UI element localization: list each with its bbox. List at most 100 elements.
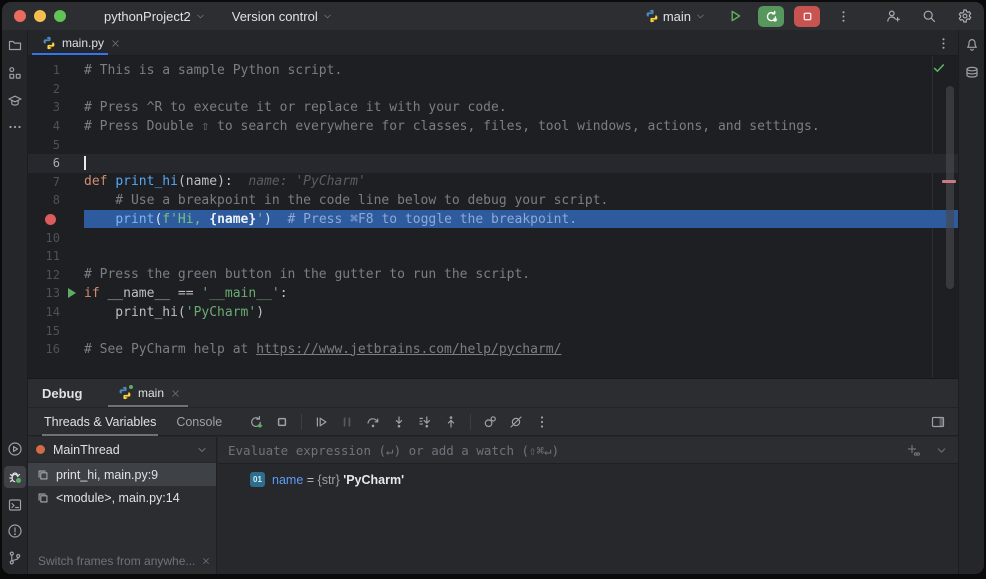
gutter-line-16[interactable]: 16 (28, 340, 84, 359)
close-icon[interactable] (201, 556, 211, 566)
rail-terminal-button[interactable] (4, 494, 26, 516)
debug-session-tab[interactable]: main (106, 379, 193, 407)
code-line-10[interactable]: 10 (28, 228, 958, 247)
step-out-button[interactable] (439, 411, 463, 433)
step-into-button[interactable] (387, 411, 411, 433)
rerun-debug-button[interactable] (244, 411, 268, 433)
step-over-button[interactable] (361, 411, 385, 433)
tab-threads-variables[interactable]: Threads & Variables (34, 408, 166, 435)
code-line-4[interactable]: 4# Press Double ⇧ to search everywhere f… (28, 117, 958, 136)
stop-button[interactable] (794, 6, 820, 27)
rail-database-button[interactable] (961, 62, 983, 84)
gutter-line-10[interactable]: 10 (28, 228, 84, 247)
code-editor[interactable]: 1# This is a sample Python script.23# Pr… (28, 56, 958, 378)
gutter-line-15[interactable]: 15 (28, 321, 84, 340)
code-line-7[interactable]: 7def print_hi(name): name: 'PyCharm' (28, 173, 958, 192)
kebab-menu-icon (836, 9, 851, 24)
rail-learn-button[interactable] (4, 90, 26, 112)
gutter-line-8[interactable]: 8 (28, 191, 84, 210)
rail-run-circle-button[interactable] (4, 438, 26, 460)
debug-icon (7, 469, 23, 485)
pycharm-window: pythonProject2 Version control main (2, 2, 984, 574)
pause-button[interactable] (335, 411, 359, 433)
traffic-lights (14, 10, 66, 22)
view-breakpoints-button[interactable] (478, 411, 502, 433)
rail-problems-button[interactable] (4, 520, 26, 542)
code-line-1[interactable]: 1# This is a sample Python script. (28, 61, 958, 80)
code-line-2[interactable]: 2 (28, 80, 958, 99)
code-line-8[interactable]: 8 # Use a breakpoint in the code line be… (28, 191, 958, 210)
gutter-line-2[interactable]: 2 (28, 80, 84, 99)
python-icon (645, 9, 659, 23)
close-window-button[interactable] (14, 10, 26, 22)
run-button[interactable] (722, 6, 748, 27)
resume-button[interactable] (309, 411, 333, 433)
thread-selector[interactable]: MainThread (28, 437, 216, 463)
tab-console[interactable]: Console (166, 408, 232, 435)
chevron-down-icon[interactable] (935, 444, 948, 457)
mute-breakpoints-button[interactable] (504, 411, 528, 433)
code-line-14[interactable]: 14 print_hi('PyCharm') (28, 303, 958, 322)
layout-settings-button[interactable] (926, 411, 950, 433)
line-number: 16 (30, 342, 60, 356)
project-menu[interactable]: pythonProject2 (98, 9, 212, 24)
more-actions-button[interactable] (830, 6, 856, 27)
code-line-11[interactable]: 11 (28, 247, 958, 266)
gutter-line-7[interactable]: 7 (28, 173, 84, 192)
code-line-6[interactable]: 6 (28, 154, 958, 173)
rail-folder-button[interactable] (4, 34, 26, 56)
gutter-line-11[interactable]: 11 (28, 247, 84, 266)
minimize-window-button[interactable] (34, 10, 46, 22)
code-line-16[interactable]: 16# See PyCharm help at https://www.jetb… (28, 340, 958, 359)
step-into-my-code-button[interactable] (413, 411, 437, 433)
rerun-debug-button[interactable] (758, 6, 784, 27)
more-v-button[interactable] (530, 411, 554, 433)
rail-structure-button[interactable] (4, 62, 26, 84)
code-line-15[interactable]: 15 (28, 321, 958, 340)
run-gutter-icon[interactable] (68, 288, 76, 298)
inspections-ok-check-icon[interactable] (932, 61, 946, 75)
settings-button[interactable] (952, 6, 978, 27)
line-number: 11 (30, 249, 60, 263)
close-icon[interactable] (170, 388, 181, 399)
breakpoint-dot[interactable] (45, 214, 56, 225)
gutter-line-4[interactable]: 4 (28, 117, 84, 136)
evaluate-expression-input[interactable]: Evaluate expression (↵) or add a watch (… (218, 437, 958, 464)
code-with-me-button[interactable] (880, 6, 906, 27)
frame-label: print_hi, main.py:9 (56, 468, 158, 482)
code-line-12[interactable]: 12# Press the green button in the gutter… (28, 266, 958, 285)
add-watch-icon[interactable] (905, 442, 921, 458)
rail-vcs-branch-button[interactable] (4, 547, 26, 569)
gutter-line-6[interactable]: 6 (28, 154, 84, 173)
zoom-window-button[interactable] (54, 10, 66, 22)
terminal-icon (7, 497, 23, 513)
rail-debug-button[interactable] (4, 466, 26, 488)
run-configuration-select[interactable]: main (639, 9, 712, 24)
editor-scrollbar[interactable] (946, 86, 954, 289)
close-icon[interactable] (110, 38, 121, 49)
search-everywhere-button[interactable] (916, 6, 942, 27)
code-line-5[interactable]: 5 (28, 135, 958, 154)
stack-frame-row[interactable]: print_hi, main.py:9 (28, 463, 216, 486)
stop-button[interactable] (270, 411, 294, 433)
variable-row[interactable]: 01 name = {str} 'PyCharm' (250, 472, 958, 487)
code-line-3[interactable]: 3# Press ^R to execute it or replace it … (28, 98, 958, 117)
code-line-13[interactable]: 13if __name__ == '__main__': (28, 284, 958, 303)
gutter-line-14[interactable]: 14 (28, 303, 84, 322)
gutter-line-3[interactable]: 3 (28, 98, 84, 117)
code-line-9[interactable]: print(f'Hi, {name}') # Press ⌘F8 to togg… (28, 210, 958, 229)
code-text: if __name__ == '__main__': (84, 284, 958, 303)
version-control-menu[interactable]: Version control (226, 9, 339, 24)
stack-frame-row[interactable]: <module>, main.py:14 (28, 486, 216, 509)
gutter-line-12[interactable]: 12 (28, 266, 84, 285)
gutter-line-9[interactable] (28, 210, 84, 229)
editor-tab-options-button[interactable] (930, 33, 956, 54)
frames-icon (36, 491, 50, 505)
gutter-line-1[interactable]: 1 (28, 61, 84, 80)
gutter-line-5[interactable]: 5 (28, 135, 84, 154)
gutter-line-13[interactable]: 13 (28, 284, 84, 303)
rail-more-h-button[interactable] (4, 116, 26, 138)
rail-bell-button[interactable] (961, 34, 983, 56)
view-breakpoints-icon (482, 414, 498, 430)
debug-content: MainThread print_hi, main.py:9 <module>, … (28, 437, 958, 574)
